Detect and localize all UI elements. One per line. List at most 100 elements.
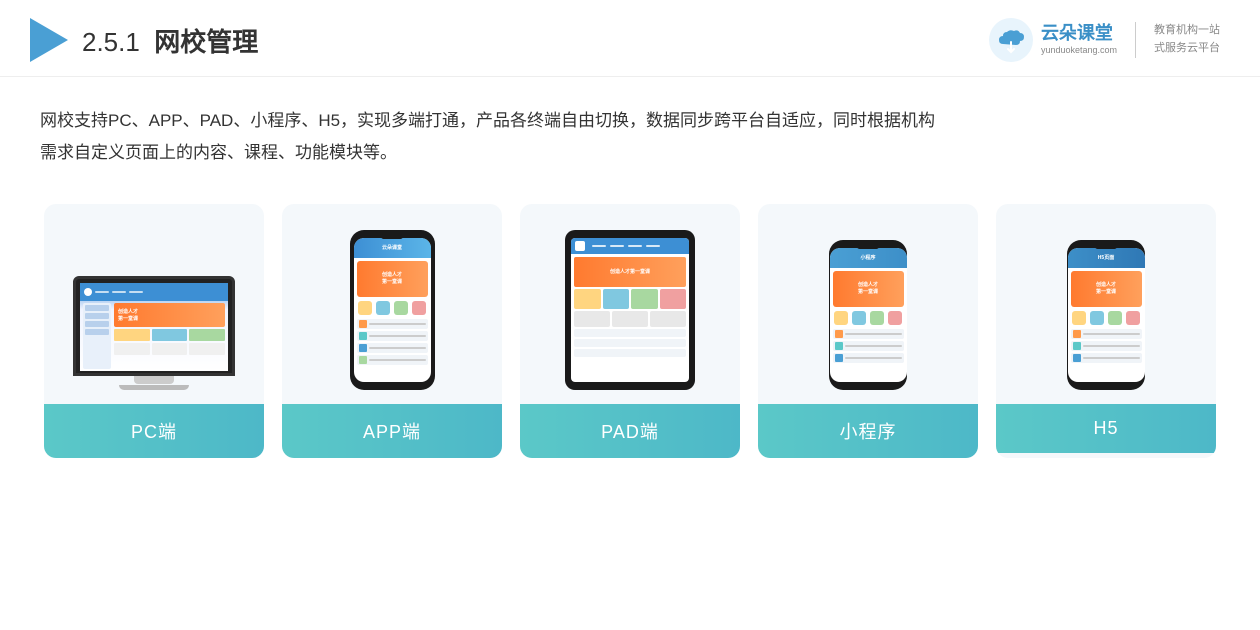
monitor-nav [95, 291, 143, 293]
phone-banner: 创造人才第一堂课 [1071, 271, 1142, 307]
course-line [369, 323, 426, 325]
card-app: 云朵课堂 创造人才第一堂课 [282, 204, 502, 458]
nav-line [95, 291, 109, 293]
tablet-card [574, 289, 601, 309]
monitor-sidebar [83, 303, 111, 369]
tablet-card [660, 289, 687, 309]
cards-section: 创造人才第一堂课 [0, 180, 1260, 488]
monitor-card [114, 329, 150, 341]
phone-icon [376, 301, 390, 315]
monitor-banner: 创造人才第一堂课 [114, 303, 225, 327]
phone-body-h5: H5页面 创造人才第一堂课 [1067, 240, 1145, 390]
phone-body-miniapp: 小程序 创造人才第一堂课 [829, 240, 907, 390]
monitor-card [189, 343, 225, 355]
phone-app: 云朵课堂 创造人才第一堂课 [350, 230, 435, 390]
monitor-cards2 [114, 343, 225, 355]
desc-line2: 需求自定义页面上的内容、课程、功能模块等。 [40, 143, 397, 162]
phone-courses [833, 329, 904, 363]
monitor-topbar [80, 283, 228, 301]
phone-icons [1071, 309, 1142, 327]
course-line [1083, 357, 1140, 359]
brand-slogan-line2: 式服务云平台 [1154, 40, 1220, 58]
brand-domain: yunduoketang.com [1041, 45, 1117, 57]
course-thumb [359, 356, 367, 364]
phone-notch [1095, 244, 1117, 249]
brand-divider [1135, 22, 1136, 58]
course-line [845, 345, 902, 347]
phone-icon [852, 311, 866, 325]
course-line [1083, 333, 1140, 335]
monitor-main: 创造人才第一堂课 [114, 303, 225, 369]
nav-item [592, 245, 606, 247]
course-thumb [1073, 342, 1081, 350]
card-label-text: H5 [1093, 418, 1118, 438]
course-item [833, 329, 904, 339]
page-title: 2.5.1 网校管理 [82, 22, 258, 59]
phone-banner: 创造人才第一堂课 [833, 271, 904, 307]
card-label-text: PAD端 [601, 422, 659, 442]
phone-icon [1072, 311, 1086, 325]
logo-triangle-icon [30, 18, 68, 62]
phone-title: H5页面 [1098, 254, 1114, 261]
card-label-pad: PAD端 [520, 404, 740, 458]
monitor-stand [134, 376, 174, 384]
tablet-card [612, 311, 648, 327]
brand-logo: 云朵课堂 yunduoketang.com [989, 18, 1117, 62]
course-line [369, 347, 426, 349]
phone-icons [357, 299, 428, 317]
phone-header: H5页面 [1068, 248, 1145, 268]
course-thumb [835, 354, 843, 362]
sidebar-item [85, 329, 109, 335]
tablet-content: 创造人才第一堂课 [571, 254, 689, 360]
nav-item [628, 245, 642, 247]
phone-banner-text: 创造人才第一堂课 [382, 272, 402, 285]
course-item [357, 319, 428, 329]
tablet-body: 创造人才第一堂课 [565, 230, 695, 390]
brand-icon [989, 18, 1033, 62]
phone-icon [1090, 311, 1104, 325]
tablet-nav [592, 245, 660, 247]
monitor-banner-text: 创造人才第一堂课 [118, 308, 138, 322]
phone-icon [888, 311, 902, 325]
h5-preview: H5页面 创造人才第一堂课 [996, 204, 1216, 404]
course-thumb [359, 344, 367, 352]
course-item [1071, 329, 1142, 339]
monitor-card [114, 343, 150, 355]
course-item [833, 353, 904, 363]
list-item [574, 349, 686, 357]
tablet-list [574, 329, 686, 357]
brand-name: 云朵课堂 [1041, 23, 1117, 45]
tablet-card [631, 289, 658, 309]
description-text: 网校支持PC、APP、PAD、小程序、H5，实现多端打通，产品各终端自由切换，数… [40, 105, 1220, 170]
section-number: 2.5.1 [82, 27, 140, 57]
monitor-screen-wrap: 创造人才第一堂课 [73, 276, 235, 376]
pc-monitor: 创造人才第一堂课 [73, 276, 235, 390]
miniapp-preview: 小程序 创造人才第一堂课 [758, 204, 978, 404]
phone-screen-miniapp: 小程序 创造人才第一堂课 [830, 248, 907, 382]
tablet-cards [574, 289, 686, 309]
card-label-pc: PC端 [44, 404, 264, 458]
course-line [369, 359, 426, 361]
list-item [574, 339, 686, 347]
phone-screen-h5: H5页面 创造人才第一堂课 [1068, 248, 1145, 382]
nav-line [129, 291, 143, 293]
brand-slogan-line1: 教育机构一站 [1154, 22, 1220, 40]
nav-item [610, 245, 624, 247]
tablet-card [650, 311, 686, 327]
page-container: 2.5.1 网校管理 云朵课堂 yunduoketang.com [0, 0, 1260, 630]
monitor-base [119, 385, 189, 390]
header-right: 云朵课堂 yunduoketang.com 教育机构一站 式服务云平台 [989, 18, 1220, 62]
card-h5: H5页面 创造人才第一堂课 [996, 204, 1216, 458]
monitor-content: 创造人才第一堂课 [80, 283, 228, 371]
course-thumb [359, 320, 367, 328]
page-header: 2.5.1 网校管理 云朵课堂 yunduoketang.com [0, 0, 1260, 77]
phone-icon [394, 301, 408, 315]
sidebar-item [85, 313, 109, 319]
card-miniapp: 小程序 创造人才第一堂课 [758, 204, 978, 458]
course-thumb [359, 332, 367, 340]
course-line [1083, 345, 1140, 347]
card-label-text: APP端 [363, 422, 421, 442]
cloud-icon [989, 18, 1033, 62]
course-thumb [1073, 354, 1081, 362]
phone-banner-text: 创造人才第一堂课 [1096, 282, 1116, 295]
